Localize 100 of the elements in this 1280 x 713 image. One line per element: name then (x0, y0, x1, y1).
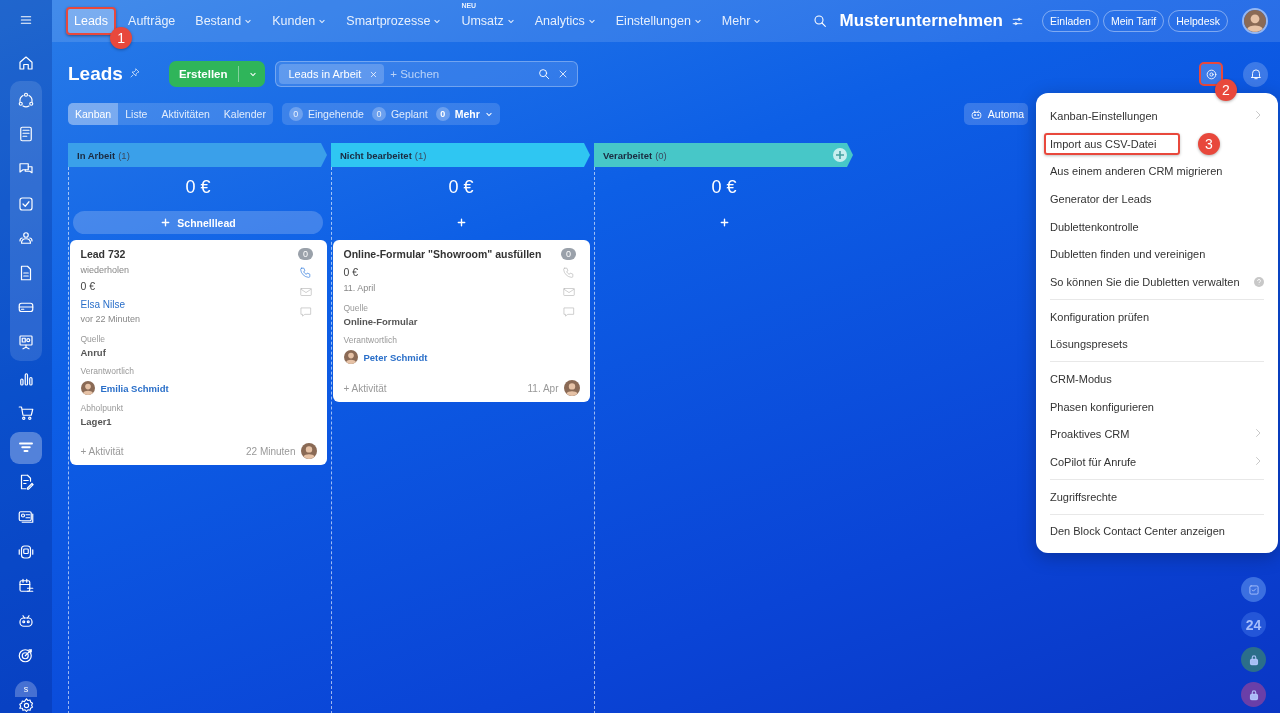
filter-chip[interactable]: Leads in Arbeit (278, 64, 385, 84)
stage-title: In Arbeit (77, 149, 116, 161)
nav-tab[interactable]: Smartprozesse (338, 7, 450, 35)
stage-header[interactable]: Nicht bearbeitet (1) (331, 143, 590, 167)
callout-badge: 3 (1198, 132, 1220, 155)
caret-icon (506, 17, 515, 25)
menu-item[interactable]: Aus einem anderen CRM migrieren (1036, 157, 1278, 186)
plus-icon (160, 217, 172, 228)
stage-header[interactable]: Verarbeitet (0) (594, 143, 853, 167)
bell-icon (1248, 67, 1263, 81)
quick-access-button[interactable] (1241, 682, 1266, 707)
mail-icon (298, 285, 313, 299)
count-badge: 0 (288, 107, 303, 121)
avatar (1244, 10, 1266, 32)
device-icon (17, 542, 35, 561)
callout-badge: 1 (110, 27, 133, 49)
presentation-icon (17, 333, 35, 352)
nav-tab[interactable]: Leads (66, 7, 117, 35)
caret-icon (693, 17, 702, 25)
card-time: 11. Apr (527, 382, 559, 394)
stage-total: 0 € (185, 177, 211, 198)
view-tab[interactable]: Aktivitäten (154, 103, 217, 125)
checkbox-icon (17, 194, 35, 213)
quick-access-button[interactable] (1241, 647, 1266, 672)
stage-count: (1) (414, 149, 427, 161)
menu-item[interactable]: Zugriffsrechte (1036, 482, 1278, 511)
person-link[interactable]: Emilia Schmidt (100, 382, 169, 394)
menu-item[interactable]: Dublettenkontrolle (1036, 212, 1278, 241)
callout-badge: 2 (1215, 79, 1237, 101)
counter-badge: 0 (561, 248, 576, 260)
nav-tab[interactable]: Kunden (264, 7, 335, 35)
document-icon (17, 125, 35, 144)
card-time: 22 Minuten (246, 445, 296, 457)
caret-icon (484, 110, 493, 118)
stage-count: (1) (118, 149, 130, 161)
menu-item[interactable]: Lösungspresets (1036, 330, 1278, 359)
person-link[interactable]: Peter Schmidt (363, 351, 428, 363)
caret-icon (248, 70, 257, 78)
card-amount: 0 € (343, 266, 360, 278)
view-tab[interactable]: Kanban (68, 103, 119, 125)
card-title[interactable]: Online-Formular "Showroom" ausfüllen (343, 248, 558, 260)
menu-item[interactable]: Dubletten finden und vereinigen (1036, 240, 1278, 269)
settings-button[interactable] (1199, 62, 1223, 86)
company-name[interactable]: Musterunternehmen (839, 11, 1003, 31)
field-label: Quelle (343, 303, 370, 313)
lead-card[interactable]: Lead 732 wiederholen 0 € Elsa Nilse vor 22 Minuten Quelle Anruf Verantwortlich Emilia Schmidt Abholpunkt Lager1 0 + Aktivität 22 Minuten (69, 240, 327, 465)
robot-icon (969, 107, 983, 121)
avatar (80, 381, 95, 395)
quick-lead-button[interactable]: Schnelllead (73, 211, 323, 234)
menu-item[interactable]: Konfiguration prüfen (1036, 302, 1278, 331)
target-icon (17, 646, 35, 665)
stage-title: Nicht bearbeitet (340, 149, 412, 161)
field-label: Verantwortlich (343, 335, 398, 345)
field-label: Quelle (80, 334, 107, 344)
field-value: Lager1 (80, 416, 113, 427)
counter-link[interactable]: Mehr (454, 108, 480, 120)
add-activity-link[interactable]: + Aktivität (80, 445, 124, 457)
nav-tab[interactable]: Analytics (526, 7, 604, 35)
menu-item[interactable]: So können Sie die Dubletten verwalten (1036, 268, 1278, 296)
sidebar-item[interactable] (10, 431, 42, 464)
stage-header[interactable]: In Arbeit (1) (68, 143, 327, 167)
stage-total: 0 € (448, 177, 474, 198)
nav-tab[interactable]: Bestand (187, 7, 261, 35)
stage-title: Verarbeitet (603, 149, 653, 161)
menu-item[interactable]: Proaktives CRM (1036, 420, 1278, 449)
quick-access-button[interactable] (1241, 577, 1266, 602)
nav-tab[interactable]: Einstellungen (607, 7, 710, 35)
id-card-icon (17, 508, 35, 526)
contact-link[interactable]: Elsa Nilse (80, 299, 295, 310)
notification-button[interactable] (1243, 61, 1268, 87)
view-tab[interactable]: Kalender (216, 103, 273, 125)
settings-icon (17, 696, 35, 713)
search-field[interactable]: Leads in Arbeit + Suchen (274, 61, 578, 87)
card-text: vor 22 Minuten (80, 314, 142, 324)
caret-icon (753, 17, 762, 25)
create-button[interactable]: Erstellen (168, 61, 265, 87)
view-tab[interactable]: Liste (118, 103, 155, 125)
counter-link[interactable]: Eingehende (307, 108, 364, 120)
menu-item[interactable]: CRM-Modus (1036, 365, 1278, 393)
comment-icon (298, 305, 313, 319)
caret-icon (587, 17, 596, 25)
avatar (343, 350, 358, 364)
menu-item[interactable]: CoPilot für Anrufe (1036, 448, 1278, 476)
menu-item[interactable]: Den Block Contact Center anzeigen (1036, 517, 1278, 546)
menu-item[interactable]: Phasen konfigurieren (1036, 392, 1278, 421)
caret-icon (318, 17, 327, 25)
menu-item[interactable]: Generator der Leads (1036, 185, 1278, 213)
stage-count: (0) (655, 149, 667, 161)
menu-item[interactable]: Kanban-Einstellungen (1036, 102, 1278, 130)
avatar (563, 380, 580, 396)
avatar (300, 443, 317, 459)
automation-button[interactable]: Automa (963, 103, 1028, 125)
card-title[interactable]: Lead 732 (80, 248, 295, 260)
caret-icon (433, 17, 442, 25)
add-activity-link[interactable]: + Aktivität (343, 382, 387, 394)
page-title: Leads (68, 63, 123, 85)
counter-link[interactable]: Geplant (390, 108, 428, 120)
user-initial[interactable]: s (15, 680, 37, 697)
lead-card[interactable]: Online-Formular "Showroom" ausfüllen 0 € 11. April Quelle Online-Formular Verantwortlich Peter Schmidt 0 + Aktivität 11. Apr (332, 240, 590, 402)
nav-tab[interactable]: Mehr (713, 7, 770, 35)
